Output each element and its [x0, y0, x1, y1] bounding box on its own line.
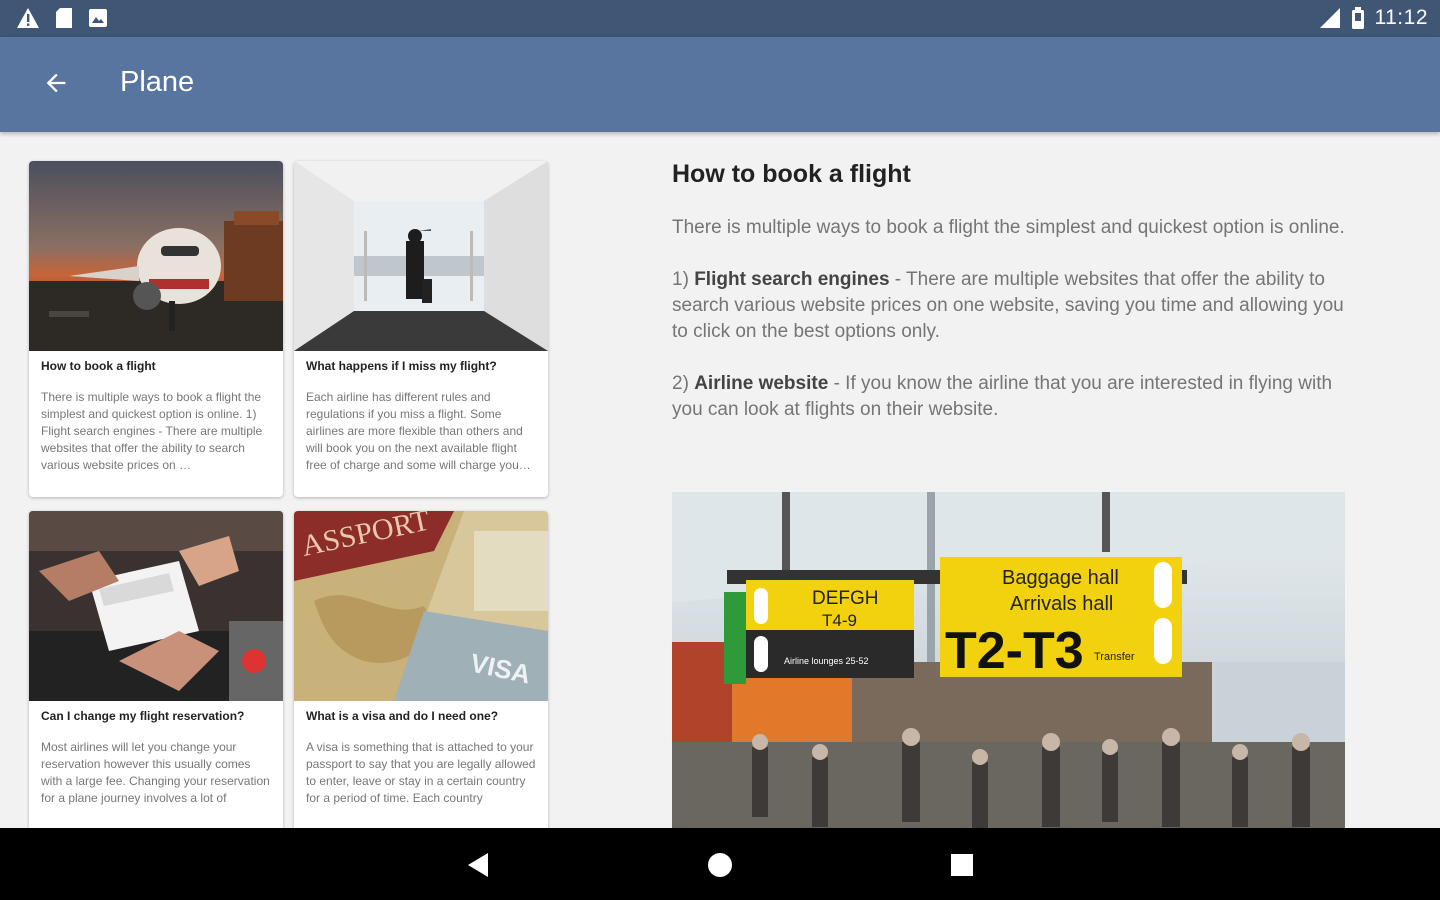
- article-title: How to book a flight: [672, 160, 911, 188]
- article-card-change-reservation[interactable]: Can I change my flight reservation? Most…: [29, 511, 283, 841]
- warning-icon: [17, 8, 39, 28]
- nav-recents-button[interactable]: [941, 844, 983, 886]
- article-card-book-flight[interactable]: How to book a flight There is multiple w…: [29, 161, 283, 497]
- nav-recents-icon: [951, 854, 973, 876]
- status-left-icons: [16, 7, 108, 29]
- card-description: Each airline has different rules and reg…: [306, 390, 523, 472]
- battery-icon: [1351, 7, 1364, 29]
- article-card-miss-flight[interactable]: What happens if I miss my flight? Each a…: [294, 161, 548, 497]
- back-button[interactable]: [30, 57, 82, 109]
- system-nav-bar: [0, 828, 1440, 900]
- nav-back-icon: [468, 853, 488, 877]
- card-description: A visa is something that is attached to …: [306, 740, 536, 805]
- article-image-airport-signs: DEFGH T4-9 Airline lounges 25-52 Baggage…: [672, 492, 1345, 832]
- card-image-passport-map: ASSPORT VISA: [294, 511, 548, 701]
- nav-home-icon: [708, 853, 732, 877]
- status-bar: 11:12: [0, 0, 1440, 37]
- card-title: How to book a flight: [41, 359, 156, 373]
- status-right-icons: 11:12: [1315, 6, 1429, 30]
- status-time: 11:12: [1374, 6, 1428, 29]
- point-2-label: Airline website: [694, 373, 829, 394]
- arrow-back-icon: [46, 73, 66, 93]
- sign-terminals: T2-T3: [945, 622, 1084, 680]
- sign-lounges: Airline lounges 25-52: [784, 656, 869, 666]
- page-title: Plane: [120, 66, 195, 98]
- nav-back-button[interactable]: [457, 844, 499, 886]
- sign-gates: DEFGH: [812, 588, 879, 609]
- card-title: What happens if I miss my flight?: [306, 359, 497, 373]
- card-description: Most airlines will let you change your r…: [41, 740, 270, 805]
- card-image-jet-bridge: [294, 161, 548, 351]
- card-title: Can I change my flight reservation?: [41, 709, 245, 723]
- article-point-1: 1) Flight search engines - There are mul…: [672, 269, 1344, 342]
- app-bar: Plane: [0, 37, 1440, 132]
- article-detail: How to book a flight There is multiple w…: [672, 160, 1352, 449]
- card-title: What is a visa and do I need one?: [306, 709, 499, 723]
- article-card-visa[interactable]: ASSPORT VISA What is a visa and do I nee…: [294, 511, 548, 841]
- sd-card-icon: [56, 8, 72, 28]
- card-image-airplane-sunset: [29, 161, 283, 351]
- card-image-ticket-handover: [29, 511, 283, 701]
- card-description: There is multiple ways to book a flight …: [41, 390, 263, 472]
- point-1-label: Flight search engines: [694, 269, 890, 290]
- sign-transfer-small: Transfer: [1094, 651, 1135, 663]
- article-intro: There is multiple ways to book a flight …: [672, 217, 1345, 238]
- sign-transfer: T4-9: [822, 611, 857, 630]
- nav-home-button[interactable]: [699, 844, 741, 886]
- sign-arrivals: Arrivals hall: [1010, 593, 1113, 615]
- article-point-2: 2) Airline website - If you know the air…: [672, 373, 1333, 420]
- sign-baggage: Baggage hall: [1002, 567, 1119, 589]
- signal-icon: [1319, 8, 1340, 28]
- gallery-icon: [89, 9, 107, 27]
